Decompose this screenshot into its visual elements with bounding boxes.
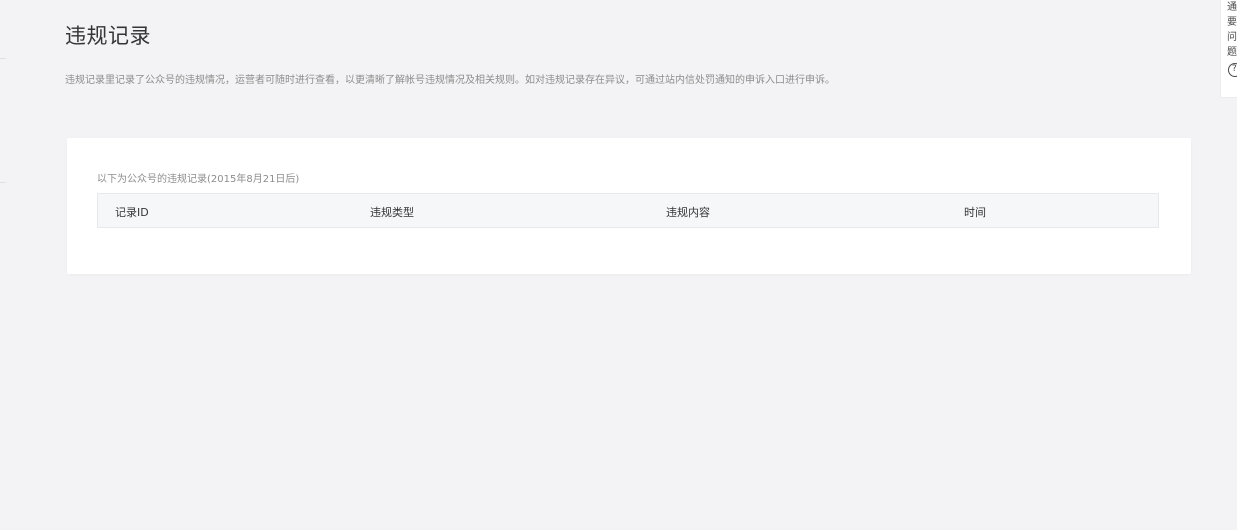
side-panel-text: 题 xyxy=(1227,47,1237,58)
column-header-record-id: 记录ID xyxy=(115,206,149,219)
column-header-violation-type: 违规类型 xyxy=(370,206,414,219)
help-icon[interactable]: ? xyxy=(1228,63,1237,77)
left-edge xyxy=(0,0,6,530)
page-title: 违规记录 xyxy=(65,24,151,48)
violation-records-card: 以下为公众号的违规记录(2015年8月21日后) 记录ID 违规类型 违规内容 … xyxy=(67,138,1191,274)
side-panel-text: 要 xyxy=(1227,17,1237,28)
divider xyxy=(0,182,6,183)
side-help-panel[interactable]: 通 要 问 题 ? xyxy=(1220,0,1237,98)
column-header-time: 时间 xyxy=(964,206,986,219)
divider xyxy=(0,58,6,59)
card-caption: 以下为公众号的违规记录(2015年8月21日后) xyxy=(97,174,300,185)
page-root: 违规记录 违规记录里记录了公众号的违规情况，运营者可随时进行查看，以更清晰了解帐… xyxy=(0,0,1237,530)
violation-records-table-header: 记录ID 违规类型 违规内容 时间 xyxy=(97,193,1159,228)
side-panel-text: 通 xyxy=(1227,2,1237,13)
column-header-violation-content: 违规内容 xyxy=(666,206,710,219)
page-description: 违规记录里记录了公众号的违规情况，运营者可随时进行查看，以更清晰了解帐号违规情况… xyxy=(65,75,835,86)
side-panel-text: 问 xyxy=(1227,32,1237,43)
